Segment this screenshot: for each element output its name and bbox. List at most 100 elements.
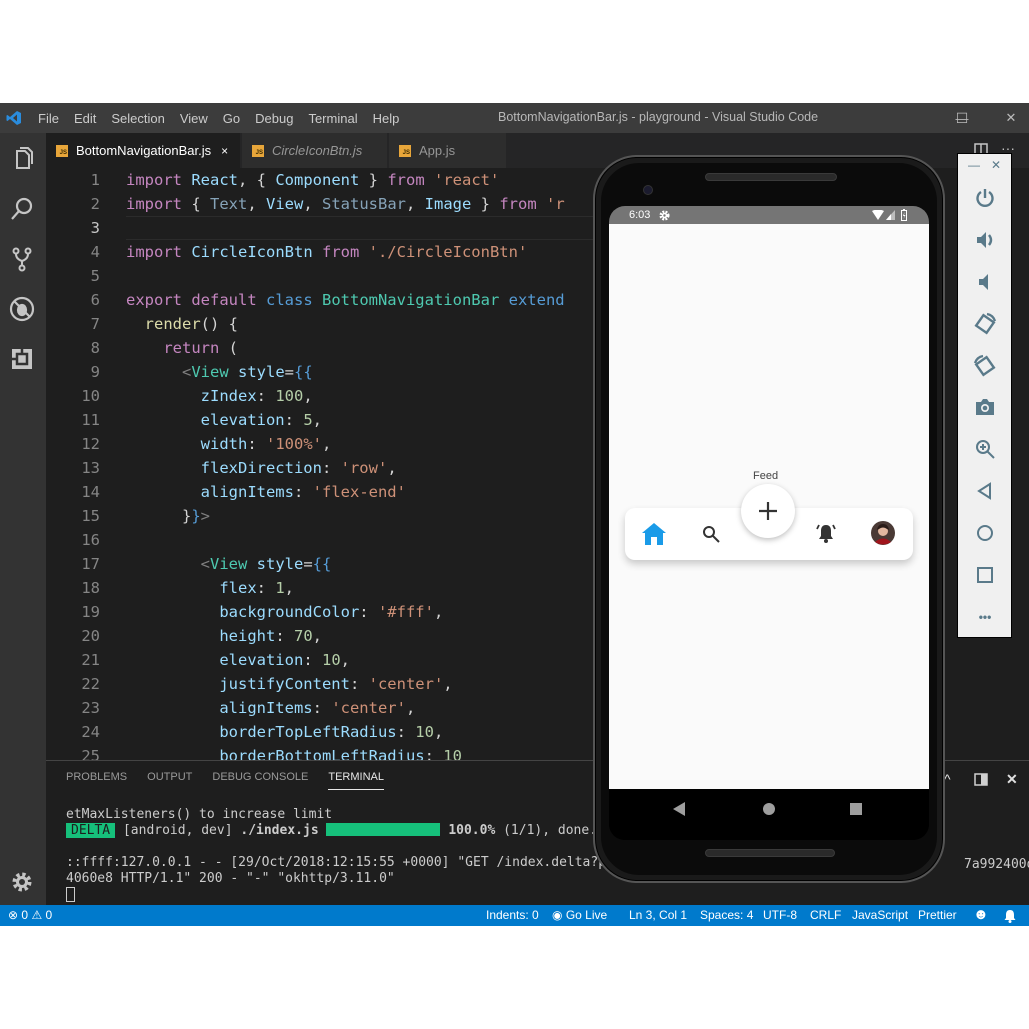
profile-avatar[interactable] xyxy=(871,521,895,545)
eol-status[interactable]: CRLF xyxy=(810,908,841,922)
code-line: 5 xyxy=(90,267,100,285)
rotate-left-button[interactable] xyxy=(972,311,998,337)
language-mode[interactable]: JavaScript xyxy=(852,908,908,922)
overview-icon[interactable] xyxy=(850,803,862,815)
js-file-icon: JS xyxy=(56,144,68,157)
code-line: 20 height: 70, xyxy=(81,627,322,645)
search-icon[interactable] xyxy=(8,195,36,223)
bottom-speaker xyxy=(705,849,835,857)
code-line: 7 render() { xyxy=(90,315,238,333)
code-line: 23 alignItems: 'center', xyxy=(81,699,416,717)
problems-status[interactable]: ⊗ 0 ⚠ 0 xyxy=(8,908,52,922)
battery-icon xyxy=(901,209,907,221)
bundle-progress-bar xyxy=(326,823,441,836)
menu-debug[interactable]: Debug xyxy=(255,111,293,126)
activity-bar xyxy=(0,133,46,905)
menu-go[interactable]: Go xyxy=(223,111,240,126)
code-line: 16 xyxy=(81,531,100,549)
screenshot-button[interactable] xyxy=(972,394,998,420)
panel-tab-problems[interactable]: PROBLEMS xyxy=(66,771,127,790)
panel-tab-debug-console[interactable]: DEBUG CONSOLE xyxy=(212,771,308,790)
extensions-icon[interactable] xyxy=(8,345,36,373)
search-icon[interactable] xyxy=(702,525,720,543)
settings-gear-icon[interactable] xyxy=(8,868,36,896)
emulator-minimize-button[interactable]: — xyxy=(968,158,980,172)
terminal-output[interactable]: etMaxListeners() to increase limit DELTA … xyxy=(66,807,637,902)
prettier-status[interactable]: Prettier xyxy=(918,908,957,922)
notification-bell-icon[interactable] xyxy=(1003,909,1017,923)
app-content: Feed xyxy=(609,224,929,807)
back-icon[interactable] xyxy=(673,802,685,816)
camera-icon xyxy=(976,399,994,415)
go-live-button[interactable]: ◉ Go Live xyxy=(552,908,607,922)
top-speaker xyxy=(705,173,837,181)
back-button[interactable] xyxy=(972,478,998,504)
delta-badge: DELTA xyxy=(66,823,116,838)
tab-bottomnavigationbar[interactable]: JS BottomNavigationBar.js × xyxy=(46,133,241,168)
source-control-icon[interactable] xyxy=(8,245,36,273)
more-button[interactable]: ••• xyxy=(972,604,998,630)
menu-help[interactable]: Help xyxy=(373,111,400,126)
tab-label: App.js xyxy=(419,143,456,158)
code-line: 11 elevation: 5, xyxy=(81,411,322,429)
emulator-toolbar: — ✕ ••• xyxy=(957,153,1012,638)
toggle-panel-icon[interactable] xyxy=(974,773,988,786)
terminal-cursor xyxy=(66,887,75,902)
panel-tab-output[interactable]: OUTPUT xyxy=(147,771,192,790)
panel-tabs: PROBLEMS OUTPUT DEBUG CONSOLE TERMINAL xyxy=(66,771,404,790)
terminal-line: ::ffff:127.0.0.1 - - [29/Oct/2018:12:15:… xyxy=(66,855,638,870)
panel-tab-terminal[interactable]: TERMINAL xyxy=(328,771,384,790)
tab-label: BottomNavigationBar.js xyxy=(76,143,212,158)
code-line: 24 borderTopLeftRadius: 10, xyxy=(81,723,444,741)
zoom-button[interactable] xyxy=(972,436,998,462)
close-panel-icon[interactable]: ✕ xyxy=(1006,771,1018,788)
home-button[interactable] xyxy=(972,520,998,546)
menu-bar: File Edit Selection View Go Debug Termin… xyxy=(38,103,414,133)
volume-up-button[interactable] xyxy=(972,227,998,253)
maximize-button[interactable]: ☐ xyxy=(945,103,979,133)
js-file-icon: JS xyxy=(399,144,411,157)
status-bar: ⊗ 0 ⚠ 0 Indents: 0 ◉ Go Live Ln 3, Col 1… xyxy=(0,905,1029,926)
close-tab-icon[interactable]: × xyxy=(221,144,228,158)
terminal-line-tail: 7a992400d xyxy=(964,857,1029,872)
cursor-position[interactable]: Ln 3, Col 1 xyxy=(629,908,687,922)
terminal-line: etMaxListeners() to increase limit xyxy=(66,807,333,822)
notification-bell-icon[interactable] xyxy=(815,522,837,544)
power-button[interactable] xyxy=(972,185,998,211)
spaces-status[interactable]: Spaces: 4 xyxy=(700,908,753,922)
menu-selection[interactable]: Selection xyxy=(111,111,164,126)
indents-status[interactable]: Indents: 0 xyxy=(486,908,539,922)
rotate-right-icon xyxy=(973,354,996,377)
feedback-smiley-icon[interactable]: ☻ xyxy=(973,906,989,923)
wifi-icon xyxy=(872,210,884,220)
home-icon[interactable] xyxy=(763,803,775,815)
emulator-close-button[interactable]: ✕ xyxy=(991,158,1001,172)
menu-view[interactable]: View xyxy=(180,111,208,126)
broadcast-icon: ◉ xyxy=(552,908,563,922)
menu-terminal[interactable]: Terminal xyxy=(308,111,357,126)
close-window-button[interactable]: ✕ xyxy=(994,103,1028,133)
add-post-button[interactable] xyxy=(741,484,795,538)
code-line: 15 }}> xyxy=(81,507,211,525)
tab-label: CircleIconBtn.js xyxy=(272,143,363,158)
encoding-status[interactable]: UTF-8 xyxy=(763,908,797,922)
zoom-icon xyxy=(976,440,995,459)
debug-icon[interactable] xyxy=(8,295,36,323)
explorer-icon[interactable] xyxy=(8,145,36,173)
code-line: 18 flex: 1, xyxy=(81,579,295,597)
settings-gear-icon xyxy=(659,210,670,221)
menu-edit[interactable]: Edit xyxy=(74,111,96,126)
maximize-icon: ☐ xyxy=(955,109,969,126)
tab-circleiconbtn[interactable]: JS CircleIconBtn.js xyxy=(242,133,388,168)
rotate-right-button[interactable] xyxy=(972,353,998,379)
feed-label: Feed xyxy=(753,470,779,482)
tab-app[interactable]: JS App.js xyxy=(389,133,507,168)
overview-button[interactable] xyxy=(972,562,998,588)
code-line: 2 import { Text, View, StatusBar, Image }… xyxy=(90,195,565,213)
menu-file[interactable]: File xyxy=(38,111,59,126)
volume-down-button[interactable] xyxy=(972,269,998,295)
title-bar: File Edit Selection View Go Debug Termin… xyxy=(0,103,1029,133)
home-icon[interactable] xyxy=(642,523,666,545)
emulator-screen[interactable]: 6:03 Feed xyxy=(609,206,929,840)
volume-down-icon xyxy=(979,274,988,290)
